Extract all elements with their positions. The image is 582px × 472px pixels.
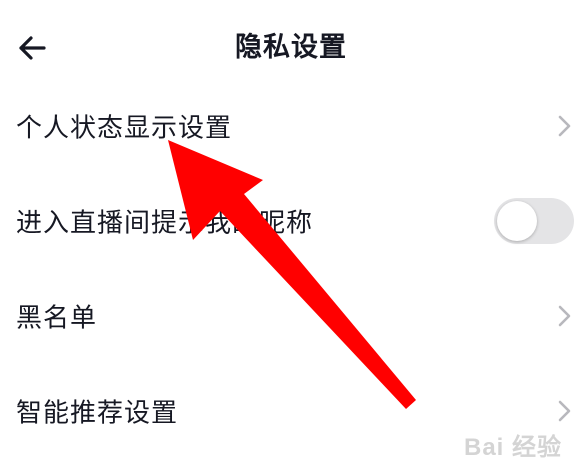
setting-label: 个人状态显示设置 (16, 113, 233, 143)
setting-row-status-display[interactable]: 个人状态显示设置 (0, 78, 582, 173)
privacy-settings-screen: 隐私设置 个人状态显示设置 进入直播间提示我的昵称 黑名单 智能推荐设置 Bai… (0, 0, 582, 472)
setting-row-blacklist[interactable]: 黑名单 (0, 268, 582, 363)
chevron-right-icon (558, 400, 571, 421)
settings-list: 个人状态显示设置 进入直播间提示我的昵称 黑名单 智能推荐设置 (0, 78, 582, 458)
setting-label: 黑名单 (16, 303, 98, 333)
setting-label: 智能推荐设置 (16, 398, 179, 428)
baidu-jingyan-watermark: Bai 经验 (463, 434, 562, 461)
chevron-right-icon (558, 115, 571, 136)
toggle-knob (497, 200, 537, 241)
page-title: 隐私设置 (235, 32, 347, 63)
setting-label: 进入直播间提示我的昵称 (16, 208, 314, 238)
chevron-right-icon (558, 305, 571, 326)
setting-row-live-nickname-prompt: 进入直播间提示我的昵称 (0, 173, 582, 268)
live-nickname-toggle[interactable] (494, 197, 574, 244)
